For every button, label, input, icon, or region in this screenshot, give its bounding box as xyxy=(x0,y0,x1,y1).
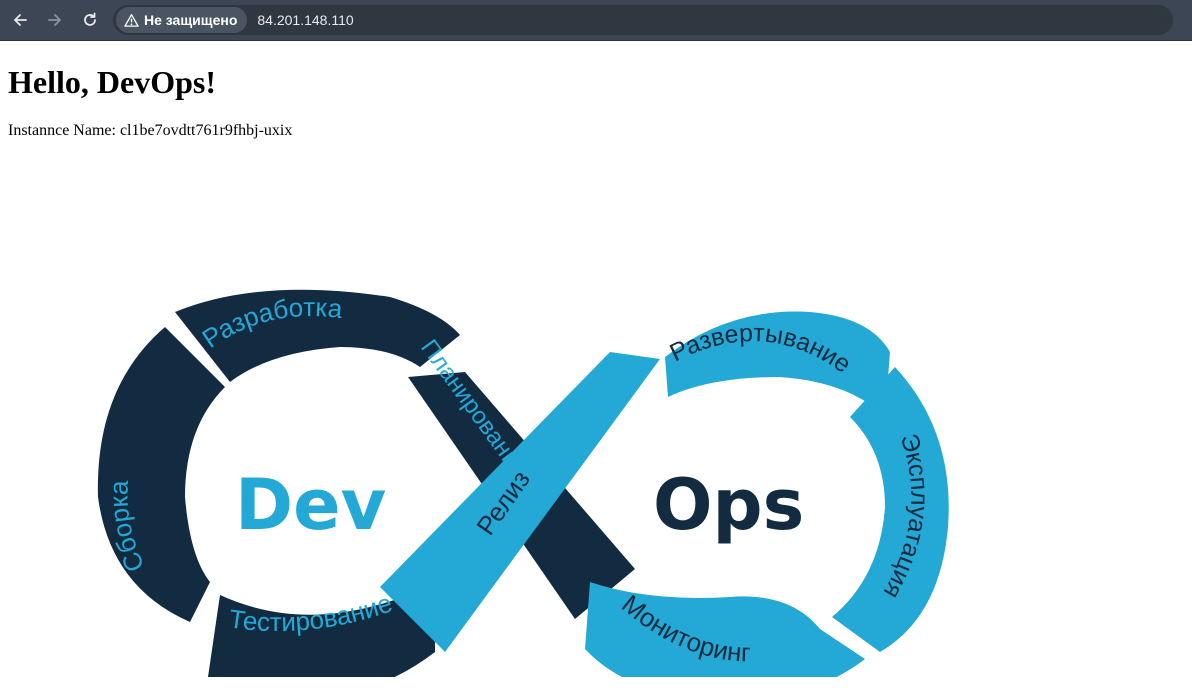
reload-icon xyxy=(84,12,96,26)
warning-icon xyxy=(124,13,139,27)
devops-infinity-logo: Разработка Сборка Тестирование Планирова… xyxy=(97,289,949,677)
security-label: Не защищено xyxy=(144,12,238,28)
page-content: Hello, DevOps! Instannce Name: cl1be7ovd… xyxy=(0,42,1192,696)
dev-wordmark: Dev xyxy=(235,464,386,546)
browser-toolbar: Не защищено 84.201.148.110 xyxy=(0,0,1192,41)
arrow-right-icon xyxy=(48,14,61,26)
segment-sborka xyxy=(97,327,225,622)
instance-name-text: Instannce Name: cl1be7ovdtt761r9fhbj-uxi… xyxy=(8,122,293,139)
page-title: Hello, DevOps! xyxy=(8,64,216,100)
reload-button[interactable] xyxy=(76,6,104,34)
forward-button[interactable] xyxy=(41,6,69,34)
address-bar[interactable]: Не защищено 84.201.148.110 xyxy=(113,5,1173,35)
back-button[interactable] xyxy=(6,6,34,34)
url-text[interactable]: 84.201.148.110 xyxy=(257,12,353,28)
security-indicator[interactable]: Не защищено xyxy=(116,7,248,33)
arrow-left-icon xyxy=(14,14,27,26)
ops-wordmark: Ops xyxy=(653,464,804,546)
